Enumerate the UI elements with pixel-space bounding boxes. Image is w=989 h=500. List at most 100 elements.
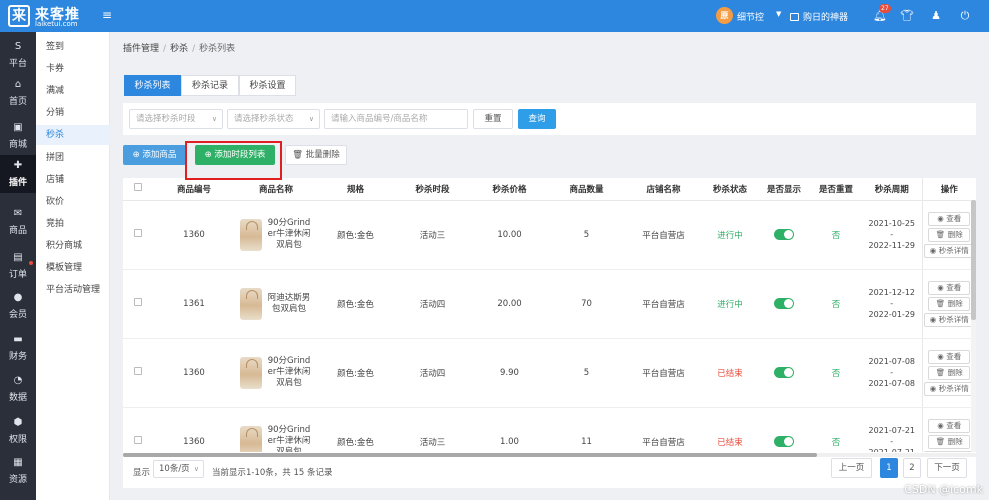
cycle-range: 2021-12-12 - 2022-01-29 <box>862 287 922 320</box>
shirt-icon[interactable]: 👕︎ <box>899 8 915 24</box>
show-toggle[interactable] <box>774 367 794 378</box>
shop-name-cell: 平台自营店 <box>625 407 702 452</box>
spec-cell: 颜色:金色 <box>317 269 394 339</box>
submenu-item[interactable]: 店铺 <box>36 170 110 190</box>
submenu-item[interactable]: 秒杀 <box>36 125 110 145</box>
show-toggle[interactable] <box>774 298 794 309</box>
row-checkbox[interactable] <box>134 367 142 375</box>
cycle-range: 2021-10-25 - 2022-11-29 <box>862 218 922 251</box>
sidebar-item-members[interactable]: ● 会员 <box>0 287 36 325</box>
tool-link[interactable]: 购日的神器 <box>790 10 848 23</box>
row-checkbox[interactable] <box>134 298 142 306</box>
vertical-scrollbar[interactable] <box>971 200 976 452</box>
view-button[interactable]: ◉ 查看 <box>928 349 971 364</box>
table-viewport: 商品编号 商品名称 规格 秒杀时段 秒杀价格 商品数量 店铺名称 秒杀状态 是否显示 是否重置 秒杀… <box>123 178 976 452</box>
sidebar-item-label: 资源 <box>8 475 27 485</box>
vertical-scrollbar-thumb[interactable] <box>971 200 976 320</box>
logo-domain: laiketui.com <box>35 20 78 28</box>
submenu-item[interactable]: 分销 <box>36 103 110 123</box>
power-icon[interactable]: ⏻ <box>957 8 973 24</box>
search-input[interactable]: 请输入商品编号/商品名称 <box>324 109 468 129</box>
column-header-period: 秒杀时段 <box>394 178 471 201</box>
submenu-item[interactable]: 拼团 <box>36 148 110 168</box>
sidebar-item-resources[interactable]: ▦ 资源 <box>0 452 36 490</box>
seckill-detail-button[interactable]: ◉ 秒杀详情 <box>924 450 975 452</box>
sidebar-item-label: 平台 <box>8 59 27 69</box>
delete-button[interactable]: 🗑︎ 删除 <box>928 365 971 380</box>
store-icon <box>790 13 799 21</box>
seckill-detail-button[interactable]: ◉ 秒杀详情 <box>924 243 975 258</box>
select-all-checkbox[interactable] <box>134 183 142 192</box>
show-toggle[interactable] <box>774 436 794 447</box>
row-checkbox[interactable] <box>134 436 142 444</box>
show-label: 显示 <box>133 468 151 478</box>
status-select[interactable]: 请选择秒杀状态 ∨ <box>227 109 320 129</box>
batch-delete-button[interactable]: 🗑︎ 批量删除 <box>285 145 347 165</box>
next-page-button[interactable]: 下一页 <box>927 458 967 478</box>
goods-thumbnail <box>240 218 262 251</box>
breadcrumb-item-seckill[interactable]: 秒杀 <box>170 44 188 54</box>
sidebar-item-permissions[interactable]: ⬢ 权限 <box>0 412 36 450</box>
breadcrumb-item-plugins[interactable]: 插件管理 <box>123 44 159 54</box>
seckill-detail-button[interactable]: ◉ 秒杀详情 <box>924 312 975 327</box>
page-size-select[interactable]: 10条/页 ∨ <box>153 460 204 478</box>
view-button[interactable]: ◉ 查看 <box>928 418 971 433</box>
sidebar-item-goods[interactable]: ✉ 商品 <box>0 203 36 241</box>
is-shown-cell <box>758 407 810 452</box>
delete-button[interactable]: 🗑︎ 删除 <box>928 296 971 311</box>
watermark: CSDN @icomk <box>904 483 983 496</box>
period-cell: 活动四 <box>394 269 471 339</box>
submenu-item[interactable]: 满减 <box>36 81 110 101</box>
puzzle-icon: ✚ <box>13 160 23 171</box>
seckill-detail-button[interactable]: ◉ 秒杀详情 <box>924 381 975 396</box>
tab-seckill-records[interactable]: 秒杀记录 <box>181 75 239 96</box>
wallet-icon: ▬ <box>13 334 23 345</box>
tab-seckill-list[interactable]: 秒杀列表 <box>124 75 181 96</box>
goods-name: 90分Grinder牛津休闲双肩包 <box>267 425 311 452</box>
submenu-item[interactable]: 砍价 <box>36 192 110 212</box>
search-placeholder: 请输入商品编号/商品名称 <box>331 114 428 124</box>
user-name: 细节控 <box>737 13 765 23</box>
submenu-item[interactable]: 竞拍 <box>36 214 110 234</box>
time-period-select[interactable]: 请选择秒杀时段 ∨ <box>129 109 223 129</box>
row-checkbox[interactable] <box>134 229 142 237</box>
submenu-item[interactable]: 平台活动管理 <box>36 280 110 300</box>
sidebar-item-mall[interactable]: ▣ 商城 <box>0 117 36 155</box>
sidebar-item-data[interactable]: ◔ 数据 <box>0 370 36 408</box>
sidebar-item-orders[interactable]: ▤ 订单 <box>0 247 36 285</box>
cycle-dash: - <box>890 437 894 446</box>
prev-page-button[interactable]: 上一页 <box>831 458 872 478</box>
user-icon[interactable]: ♟ <box>928 8 944 24</box>
spec-cell: 颜色:金色 <box>317 407 394 452</box>
view-label: 查看 <box>946 213 962 223</box>
sidebar-item-finance[interactable]: ▬ 财务 <box>0 329 36 367</box>
query-button[interactable]: 查询 <box>518 109 556 129</box>
status-cell: 已结束 <box>702 407 758 452</box>
sidebar-item-home[interactable]: ⌂ 首页 <box>0 74 36 112</box>
logo[interactable]: 来 来客推 laiketui.com <box>8 3 88 29</box>
hamburger-icon[interactable]: ≡ <box>102 9 112 21</box>
horizontal-scrollbar-thumb[interactable] <box>123 453 817 457</box>
page-button-1[interactable]: 1 <box>880 458 898 478</box>
sidebar-item-plugins[interactable]: ✚ 插件 <box>0 155 36 193</box>
horizontal-scrollbar[interactable] <box>123 453 976 457</box>
submenu-item[interactable]: 模板管理 <box>36 258 110 278</box>
page-button-2[interactable]: 2 <box>903 458 921 478</box>
detail-label: 秒杀详情 <box>938 245 969 255</box>
delete-button[interactable]: 🗑︎ 删除 <box>928 434 971 449</box>
reset-button[interactable]: 重置 <box>473 109 513 129</box>
submenu-item[interactable]: 积分商城 <box>36 236 110 256</box>
add-goods-label: 添加商品 <box>142 150 177 160</box>
submenu-item[interactable]: 卡券 <box>36 59 110 79</box>
sidebar-item-label: 首页 <box>8 97 27 107</box>
goods-info: 阿迪达斯男包双肩包 <box>235 287 317 320</box>
tab-seckill-settings[interactable]: 秒杀设置 <box>239 75 296 96</box>
view-button[interactable]: ◉ 查看 <box>928 211 971 226</box>
show-toggle[interactable] <box>774 229 794 240</box>
sidebar-item-label: 商城 <box>8 140 27 150</box>
delete-button[interactable]: 🗑︎ 删除 <box>928 227 971 242</box>
add-goods-button[interactable]: ⊕ 添加商品 <box>123 145 186 165</box>
view-button[interactable]: ◉ 查看 <box>928 280 971 295</box>
submenu-item[interactable]: 签到 <box>36 37 110 57</box>
sidebar-item-platform[interactable]: S 平台 <box>0 36 36 74</box>
